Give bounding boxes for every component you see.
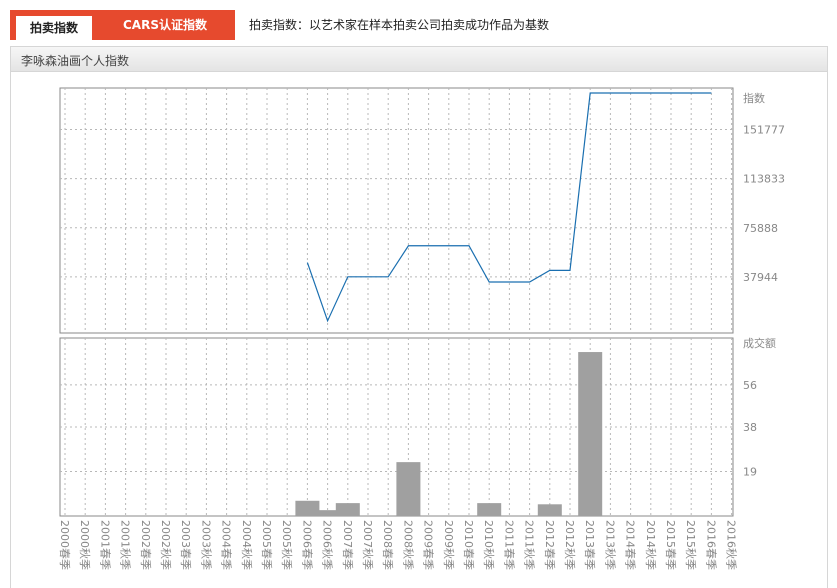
index-chart: 37944 75888 113833 151777 指数 19 38 56 成交额 2000春… bbox=[58, 87, 785, 570]
volume-bar bbox=[578, 352, 603, 516]
volume-bar bbox=[537, 504, 562, 516]
x-tick-label: 2010秋季 bbox=[482, 520, 496, 570]
x-tick-label: 2016秋季 bbox=[725, 520, 739, 570]
x-tick-label: 2014春季 bbox=[624, 520, 637, 570]
x-tick-label: 2003春季 bbox=[179, 520, 192, 570]
x-tick-label: 2011秋季 bbox=[523, 520, 537, 570]
x-tick-label: 2002春季 bbox=[139, 520, 152, 570]
x-tick-label: 2014秋季 bbox=[644, 520, 658, 570]
volume-bar bbox=[396, 462, 421, 516]
index-y-tick-label: 113833 bbox=[743, 173, 785, 186]
index-y-axis-label: 指数 bbox=[743, 91, 765, 105]
x-tick-label: 2006秋季 bbox=[321, 520, 335, 570]
index-plot-frame bbox=[59, 87, 734, 334]
x-tick-label: 2009春季 bbox=[422, 520, 435, 570]
volume-y-axis-label: 成交额 bbox=[743, 336, 776, 350]
volume-y-tick-label: 19 bbox=[743, 466, 757, 479]
volume-bar bbox=[477, 503, 502, 516]
x-tick-label: 2001秋季 bbox=[119, 520, 133, 570]
volume-bar bbox=[335, 503, 360, 516]
x-tick-label: 2003秋季 bbox=[199, 520, 213, 570]
x-tick-label: 2006春季 bbox=[300, 520, 313, 570]
x-tick-label: 2013春季 bbox=[583, 520, 596, 570]
index-y-tick-label: 151777 bbox=[743, 124, 785, 137]
x-tick-label: 2001春季 bbox=[98, 520, 111, 570]
x-tick-label: 2009秋季 bbox=[442, 520, 456, 570]
x-tick-label: 2016春季 bbox=[704, 520, 717, 570]
x-tick-label: 2004秋季 bbox=[240, 520, 254, 570]
x-tick-label: 2015秋季 bbox=[684, 520, 698, 570]
volume-y-tick-label: 56 bbox=[743, 379, 757, 392]
x-tick-label: 2008秋季 bbox=[401, 520, 415, 570]
x-tick-label: 2005春季 bbox=[260, 520, 273, 570]
index-y-tick-label: 37944 bbox=[743, 271, 778, 284]
x-tick-label: 2012秋季 bbox=[563, 520, 577, 570]
x-tick-label: 2015春季 bbox=[664, 520, 677, 570]
x-tick-label: 2012春季 bbox=[543, 520, 556, 570]
volume-y-tick-label: 38 bbox=[743, 421, 757, 434]
x-tick-label: 2004春季 bbox=[220, 520, 233, 570]
x-tick-label: 2002秋季 bbox=[159, 520, 173, 570]
x-tick-label: 2000春季 bbox=[58, 520, 71, 570]
x-tick-label: 2007春季 bbox=[341, 520, 354, 570]
x-tick-label: 2011春季 bbox=[502, 520, 515, 570]
x-tick-label: 2000秋季 bbox=[78, 520, 92, 570]
x-tick-label: 2005秋季 bbox=[280, 520, 294, 570]
x-tick-label: 2008春季 bbox=[381, 520, 394, 570]
x-tick-label: 2007秋季 bbox=[361, 520, 375, 570]
x-tick-label: 2010春季 bbox=[462, 520, 475, 570]
index-y-tick-label: 75888 bbox=[743, 222, 778, 235]
x-tick-label: 2013秋季 bbox=[603, 520, 617, 570]
